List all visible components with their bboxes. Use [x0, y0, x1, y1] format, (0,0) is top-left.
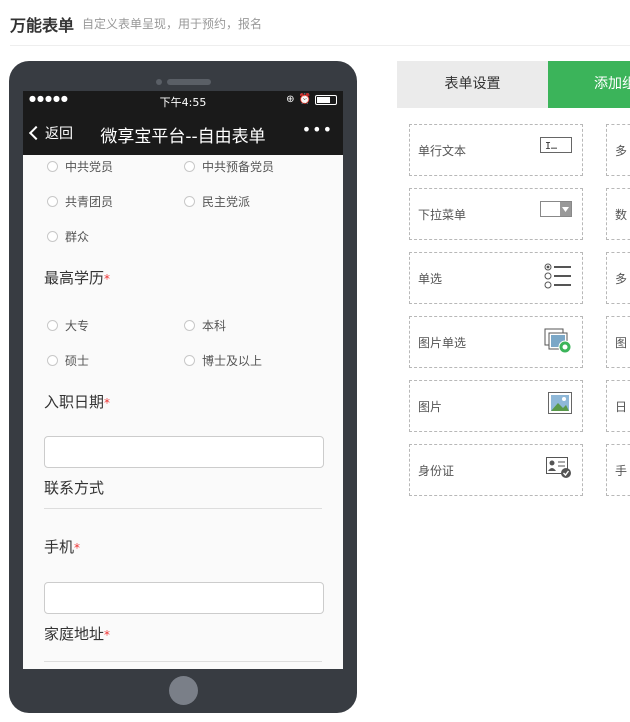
required-mark: *	[74, 541, 81, 555]
radio-icon	[184, 355, 195, 366]
nav-title: 微享宝平台--自由表单	[100, 127, 266, 147]
radio-option[interactable]: 群众	[47, 228, 89, 245]
text-input-icon: I…	[540, 137, 572, 157]
widget-single-text[interactable]: 单行文本 I…	[409, 124, 583, 176]
tab-add-component[interactable]: 添加组件	[548, 61, 630, 108]
widget-partial[interactable]: 图	[606, 316, 630, 368]
contact-section-label: 联系方式	[44, 479, 105, 497]
radio-icon	[47, 161, 58, 172]
page-header: 万能表单 自定义表单呈现，用于预约，报名	[10, 10, 630, 46]
speaker-icon	[167, 79, 211, 85]
phone-screen: ●●●●● 下午4:55 ⊕ ⏰ 返回 微享宝平台--自由表单 ••• 中共党员…	[23, 91, 343, 669]
radio-option[interactable]: 硕士	[47, 352, 89, 369]
battery-fill	[317, 96, 330, 103]
widget-image-radio[interactable]: 图片单选	[409, 316, 583, 368]
id-card-icon	[546, 457, 572, 483]
image-icon	[548, 392, 572, 418]
radio-option[interactable]: 中共党员	[47, 158, 113, 175]
radio-icon	[47, 196, 58, 207]
battery-icon	[315, 94, 337, 105]
tab-form-settings[interactable]: 表单设置	[397, 61, 548, 108]
widget-dropdown[interactable]: 下拉菜单	[409, 188, 583, 240]
dropdown-icon	[540, 201, 572, 221]
image-radio-icon	[544, 328, 572, 358]
required-mark: *	[104, 396, 111, 410]
radio-option[interactable]: 博士及以上	[184, 352, 262, 369]
address-label: 家庭地址*	[44, 625, 111, 643]
radio-icon	[47, 355, 58, 366]
required-mark: *	[104, 272, 111, 286]
widget-radio[interactable]: 单选	[409, 252, 583, 304]
builder-tabs: 表单设置 添加组件	[397, 61, 630, 108]
more-icon[interactable]: •••	[302, 120, 333, 139]
widget-partial[interactable]: 多	[606, 124, 630, 176]
lock-rotation-icon: ⊕	[286, 94, 295, 105]
nav-bar: 返回 微享宝平台--自由表单 •••	[23, 111, 343, 155]
radio-icon	[184, 196, 195, 207]
page-subtitle: 自定义表单呈现，用于预约，报名	[82, 17, 263, 31]
hire-date-label: 入职日期*	[44, 393, 111, 411]
widget-partial[interactable]: 多	[606, 252, 630, 304]
widget-partial[interactable]: 手	[606, 444, 630, 496]
widget-image[interactable]: 图片	[409, 380, 583, 432]
svg-text:I…: I…	[545, 141, 557, 152]
camera-icon	[156, 79, 162, 85]
widget-id-card[interactable]: 身份证	[409, 444, 583, 496]
required-mark: *	[104, 628, 111, 642]
mobile-input[interactable]	[44, 582, 324, 614]
widget-partial[interactable]: 数	[606, 188, 630, 240]
page-title: 万能表单	[10, 16, 75, 35]
hire-date-input[interactable]	[44, 436, 324, 468]
alarm-icon: ⏰	[298, 94, 311, 105]
radio-option[interactable]: 本科	[184, 317, 226, 334]
status-bar: ●●●●● 下午4:55 ⊕ ⏰	[23, 91, 343, 111]
radio-icon	[47, 320, 58, 331]
radio-icon	[184, 320, 195, 331]
phone-preview: ●●●●● 下午4:55 ⊕ ⏰ 返回 微享宝平台--自由表单 ••• 中共党员…	[9, 61, 357, 713]
radio-option[interactable]: 民主党派	[184, 193, 250, 210]
home-button	[169, 676, 198, 705]
widget-partial[interactable]: 日	[606, 380, 630, 432]
radio-option[interactable]: 大专	[47, 317, 89, 334]
radio-option[interactable]: 中共预备党员	[184, 158, 274, 175]
section-divider	[44, 508, 322, 509]
radio-list-icon	[544, 262, 572, 294]
mobile-label: 手机*	[44, 538, 81, 556]
radio-option[interactable]: 共青团员	[47, 193, 113, 210]
address-input-edge	[44, 661, 322, 662]
education-label: 最高学历*	[44, 269, 111, 287]
radio-icon	[47, 231, 58, 242]
radio-icon	[184, 161, 195, 172]
